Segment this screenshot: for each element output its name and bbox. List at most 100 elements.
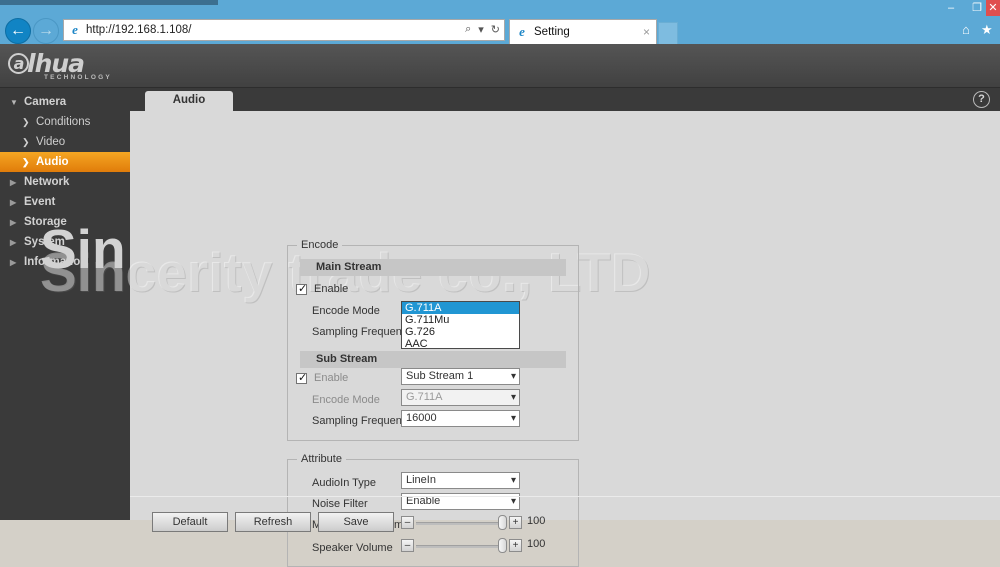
tab-audio[interactable]: Audio bbox=[145, 91, 233, 111]
sub-stream-enable-checkbox[interactable] bbox=[296, 371, 307, 384]
audioin-type-select[interactable]: LineIn ▾ bbox=[401, 472, 520, 489]
sidebar-item-conditions[interactable]: ❯ Conditions bbox=[0, 112, 130, 132]
tab-strip-accent bbox=[0, 0, 218, 5]
sidebar-item-network[interactable]: ▶ Network bbox=[0, 172, 130, 192]
minimize-icon[interactable]: – bbox=[938, 2, 964, 15]
sidebar: ▼ Camera ❯ Conditions ❯ Video ❯ Audio ▶ … bbox=[0, 88, 130, 520]
microphone-volume-slider[interactable]: – + 100 bbox=[401, 515, 546, 530]
chevron-down-icon: ▾ bbox=[510, 413, 516, 424]
browser-chrome: – ❐ ✕ ⌂ ★ ← → e http://192.168.1.108/ ⌕ … bbox=[0, 0, 1000, 44]
sub-encode-mode-label: Encode Mode bbox=[312, 394, 380, 406]
sidebar-item-event[interactable]: ▶ Event bbox=[0, 192, 130, 212]
sidebar-item-system[interactable]: ▶ System bbox=[0, 232, 130, 252]
favorites-star-icon[interactable]: ★ bbox=[981, 22, 993, 38]
browser-tab-label: Setting bbox=[534, 26, 570, 38]
sub-encode-mode-value: G.711A bbox=[406, 391, 443, 403]
main-stream-header: Main Stream bbox=[300, 259, 566, 276]
browser-tab[interactable]: e Setting × bbox=[509, 19, 657, 44]
main-sampling-frequency-label: Sampling Frequency bbox=[312, 326, 413, 338]
sidebar-item-storage[interactable]: ▶ Storage bbox=[0, 212, 130, 232]
forward-button[interactable]: → bbox=[33, 18, 59, 44]
content-tabbar: Audio ? bbox=[130, 88, 1000, 111]
sub-stream-select-value: Sub Stream 1 bbox=[406, 370, 474, 382]
triangle-right-icon: ▶ bbox=[10, 177, 17, 187]
option-g711mu[interactable]: G.711Mu bbox=[402, 314, 519, 326]
close-icon[interactable]: ✕ bbox=[986, 0, 1000, 16]
address-bar[interactable]: e http://192.168.1.108/ ⌕ ▾ ↻ bbox=[63, 19, 505, 41]
main-encode-mode-label: Encode Mode bbox=[312, 305, 380, 317]
slider-track[interactable] bbox=[416, 545, 503, 548]
chevron-right-icon: ❯ bbox=[22, 136, 30, 147]
refresh-icon[interactable]: ↻ bbox=[491, 23, 500, 36]
minus-icon[interactable]: – bbox=[401, 516, 414, 529]
app-header: alhua TECHNOLOGY Live Playback Setting A… bbox=[0, 44, 1000, 126]
sidebar-item-information[interactable]: ▶ Information bbox=[0, 252, 130, 272]
chevron-down-icon[interactable]: ▾ bbox=[478, 23, 484, 36]
search-icon[interactable]: ⌕ bbox=[465, 23, 471, 36]
slider-thumb[interactable] bbox=[498, 538, 507, 553]
triangle-right-icon: ▶ bbox=[10, 257, 17, 267]
minus-icon[interactable]: – bbox=[401, 539, 414, 552]
refresh-button[interactable]: Refresh bbox=[235, 512, 311, 532]
audioin-type-value: LineIn bbox=[406, 474, 436, 486]
back-button[interactable]: ← bbox=[5, 18, 31, 44]
home-icon[interactable]: ⌂ bbox=[962, 22, 970, 37]
sidebar-item-audio[interactable]: ❯ Audio bbox=[0, 152, 130, 172]
encode-mode-dropdown-list[interactable]: G.711A G.711Mu G.726 AAC bbox=[401, 301, 520, 350]
footer-separator bbox=[130, 496, 1000, 497]
ie-logo-icon: e bbox=[72, 22, 78, 37]
main-stream-enable-label: Enable bbox=[314, 283, 349, 295]
default-button[interactable]: Default bbox=[152, 512, 228, 532]
address-bar-actions: ⌕ ▾ ↻ bbox=[465, 23, 500, 36]
sidebar-label-event: Event bbox=[24, 196, 56, 208]
sub-encode-mode-select[interactable]: G.711A ▾ bbox=[401, 389, 520, 406]
logo-a-icon: a bbox=[8, 53, 29, 74]
triangle-right-icon: ▶ bbox=[10, 197, 17, 207]
noise-filter-label: Noise Filter bbox=[312, 498, 368, 510]
encode-legend: Encode bbox=[297, 239, 343, 251]
option-g711a[interactable]: G.711A bbox=[402, 302, 519, 314]
sidebar-label-audio: Audio bbox=[36, 156, 69, 168]
plus-icon[interactable]: + bbox=[509, 539, 522, 552]
sidebar-label-information: Information bbox=[24, 256, 88, 268]
settings-panel: Sincerity trade co., LTD Encode Main Str… bbox=[40, 111, 1000, 567]
speaker-volume-slider[interactable]: – + 100 bbox=[401, 538, 546, 553]
sub-stream-select[interactable]: Sub Stream 1 ▾ bbox=[401, 368, 520, 385]
sidebar-item-video[interactable]: ❯ Video bbox=[0, 132, 130, 152]
sub-sampling-frequency-value: 16000 bbox=[406, 412, 437, 424]
logo-rest-text: lhua bbox=[27, 49, 85, 78]
audioin-type-label: AudioIn Type bbox=[312, 477, 377, 489]
option-aac[interactable]: AAC bbox=[402, 338, 519, 350]
sidebar-label-storage: Storage bbox=[24, 216, 67, 228]
new-tab-button[interactable] bbox=[658, 22, 678, 44]
attribute-legend: Attribute bbox=[297, 453, 346, 465]
main-stream-enable-checkbox[interactable] bbox=[296, 282, 307, 295]
sub-stream-enable-label: Enable bbox=[314, 372, 349, 384]
triangle-down-icon: ▼ bbox=[10, 97, 18, 107]
slider-track[interactable] bbox=[416, 522, 503, 525]
sidebar-label-camera: Camera bbox=[24, 96, 67, 108]
tab-close-icon[interactable]: × bbox=[643, 25, 650, 39]
dahua-logo: a lhua TECHNOLOGY bbox=[8, 47, 136, 85]
sub-sampling-frequency-label: Sampling Frequency bbox=[312, 415, 413, 427]
help-icon[interactable]: ? bbox=[973, 91, 990, 108]
chevron-down-icon: ▾ bbox=[510, 475, 516, 486]
option-g726[interactable]: G.726 bbox=[402, 326, 519, 338]
sidebar-label-system: System bbox=[24, 236, 65, 248]
sidebar-label-network: Network bbox=[24, 176, 70, 188]
save-button[interactable]: Save bbox=[318, 512, 394, 532]
address-text: http://192.168.1.108/ bbox=[86, 24, 192, 36]
slider-thumb[interactable] bbox=[498, 515, 507, 530]
triangle-right-icon: ▶ bbox=[10, 237, 17, 247]
sub-stream-header: Sub Stream bbox=[300, 351, 566, 368]
sidebar-label-video: Video bbox=[36, 136, 66, 148]
sidebar-label-conditions: Conditions bbox=[36, 116, 91, 128]
sidebar-item-camera[interactable]: ▼ Camera bbox=[0, 92, 130, 112]
content-area: Audio ? Sincerity trade co., LTD Encode … bbox=[40, 88, 1000, 567]
logo-wordmark: a lhua bbox=[8, 51, 136, 76]
sub-sampling-frequency-select[interactable]: 16000 ▾ bbox=[401, 410, 520, 427]
logo-subtitle: TECHNOLOGY bbox=[44, 74, 112, 81]
plus-icon[interactable]: + bbox=[509, 516, 522, 529]
chevron-down-icon: ▾ bbox=[510, 371, 516, 382]
speaker-volume-value: 100 bbox=[527, 538, 546, 550]
